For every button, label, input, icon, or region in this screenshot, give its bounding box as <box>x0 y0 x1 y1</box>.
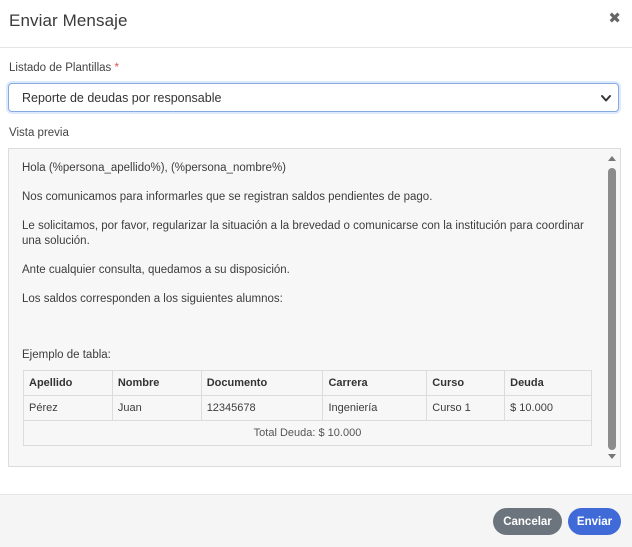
preview-content: Hola (%persona_apellido%), (%persona_nom… <box>22 161 592 321</box>
table-total: Total Deuda: $ 10.000 <box>23 420 592 446</box>
modal-title: Enviar Mensaje <box>9 11 128 30</box>
scroll-down-arrow-icon[interactable] <box>608 454 616 459</box>
send-message-modal: Enviar Mensaje ✖ Listado de Plantillas *… <box>0 0 632 547</box>
column-header-carrera: Carrera <box>322 370 428 396</box>
column-header-apellido: Apellido <box>23 370 113 396</box>
table-cell: $ 10.000 <box>504 395 592 421</box>
close-icon[interactable]: ✖ <box>608 10 621 28</box>
scroll-up-arrow-icon[interactable] <box>608 156 616 161</box>
cancel-button[interactable]: Cancelar <box>493 508 562 535</box>
table-cell: Juan <box>111 395 202 421</box>
preview-paragraph: Ante cualquier consulta, quedamos a su d… <box>22 264 290 276</box>
preview-paragraph: Nos comunicamos para informarles que se … <box>22 191 433 203</box>
column-header-nombre: Nombre <box>111 370 202 396</box>
column-header-documento: Documento <box>200 370 324 396</box>
required-mark: * <box>114 62 119 74</box>
preview-paragraph: Hola (%persona_apellido%), (%persona_nom… <box>22 162 287 174</box>
scroll-thumb[interactable] <box>608 168 616 450</box>
modal-header: Enviar Mensaje ✖ <box>0 0 632 48</box>
table-cell: Ingeniería <box>322 395 428 421</box>
preview-paragraph: Le solicitamos, por favor, regularizar l… <box>22 220 584 247</box>
example-table: Apellido Nombre Documento Carrera Curso … <box>23 370 592 446</box>
preview-box: Hola (%persona_apellido%), (%persona_nom… <box>8 148 621 467</box>
table-row: Pérez Juan 12345678 Ingeniería Curso 1 $… <box>23 395 592 421</box>
preview-scrollbar[interactable] <box>605 150 619 465</box>
column-header-curso: Curso <box>426 370 506 396</box>
example-table-label: Ejemplo de tabla: <box>22 349 111 361</box>
table-cell: 12345678 <box>200 395 324 421</box>
templates-label-text: Listado de Plantillas <box>9 62 112 74</box>
table-header-row: Apellido Nombre Documento Carrera Curso … <box>23 370 592 396</box>
send-button[interactable]: Enviar <box>568 508 621 535</box>
table-cell: Pérez <box>23 395 113 421</box>
templates-select[interactable]: Reporte de deudas por responsable <box>8 83 619 112</box>
column-header-deuda: Deuda <box>504 370 592 396</box>
preview-label: Vista previa <box>9 127 69 139</box>
templates-select-value: Reporte de deudas por responsable <box>22 91 222 105</box>
table-cell: Curso 1 <box>426 395 506 421</box>
modal-footer: Cancelar Enviar <box>0 494 632 547</box>
table-total-row: Total Deuda: $ 10.000 <box>23 420 592 446</box>
preview-paragraph: Los saldos corresponden a los siguientes… <box>22 293 283 305</box>
templates-label: Listado de Plantillas * <box>9 62 119 74</box>
chevron-down-icon <box>601 95 611 102</box>
